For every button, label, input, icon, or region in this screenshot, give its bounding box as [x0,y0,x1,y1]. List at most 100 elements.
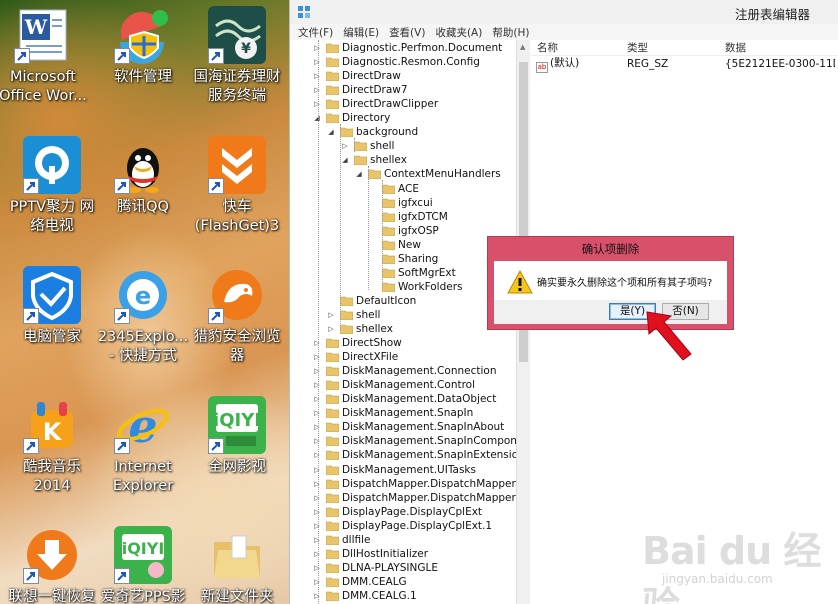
collapsed-arrow-icon[interactable]: ▷ [326,322,336,336]
desktop-icon-iqiyi-video[interactable]: iQIYI 全网影视 [190,396,284,477]
tree-key-row[interactable]: Sharing [290,252,517,266]
desktop-icon-liebao[interactable]: 猎豹安全浏览 器 [190,266,284,366]
tree-key-row[interactable]: ▷ DiskManagement.Connection [290,364,517,378]
collapsed-arrow-icon[interactable]: ▷ [312,69,322,83]
title-bar[interactable]: 注册表编辑器 [290,0,838,24]
tree-key-row[interactable]: ▷ DMM.CEALG.1 [290,589,517,603]
collapsed-arrow-icon[interactable]: ▷ [312,83,322,97]
regedit-app-icon[interactable] [297,5,311,19]
tree-key-row[interactable]: ▷ shell [290,139,517,153]
tree-key-row[interactable]: ▷ DiskManagement.SnapIn [290,406,517,420]
scroll-up-icon[interactable]: ▲ [520,43,525,51]
collapsed-arrow-icon[interactable]: ▷ [312,97,322,111]
collapsed-arrow-icon[interactable]: ▷ [312,589,322,603]
tree-key-row[interactable]: ▷ shellex [290,322,517,336]
tree-key-row[interactable]: ▷ DllHostInitializer [290,547,517,561]
column-name[interactable]: 名称 [531,40,627,55]
tree-key-row[interactable]: ▷ DisplayPage.DisplayCplExt.1 [290,519,517,533]
tree-key-row[interactable]: ACE [290,182,517,196]
tree-key-row[interactable]: ◢ shellex [290,153,517,167]
desktop-icon-qq[interactable]: 腾讯QQ [96,136,190,217]
tree-key-row[interactable]: ▷ DiskManagement.UITasks [290,463,517,477]
collapsed-arrow-icon[interactable]: ▷ [312,491,322,505]
value-row[interactable]: ab(默认) REG_SZ {5E2121EE-0300-11D4 [531,56,838,73]
collapsed-arrow-icon[interactable]: ▷ [312,505,322,519]
desktop-icon-software-manager[interactable]: 软件管理 [96,6,190,87]
tree-key-row[interactable]: ◢ Directory [290,111,517,125]
tree-key-row[interactable]: SoftMgrExt [290,266,517,280]
tree-key-row[interactable]: DefaultIcon [290,294,517,308]
expanded-arrow-icon[interactable]: ◢ [312,111,322,125]
menu-view[interactable]: 查看(V) [389,25,425,40]
desktop-icon-pc-manager[interactable]: 电脑管家 [5,266,99,347]
tree-key-row[interactable]: igfxcui [290,196,517,210]
tree-key-row[interactable]: ▷ shell [290,308,517,322]
expanded-arrow-icon[interactable]: ◢ [326,125,336,139]
tree-key-row[interactable]: ▷ DiskManagement.Control [290,378,517,392]
desktop-icon-iqiyi-pps[interactable]: iQIYI 爱奇艺PPS影 [96,526,190,604]
tree-key-row[interactable]: ▷ dllfile [290,533,517,547]
tree-key-row[interactable]: ▷ Diagnostic.Resmon.Config [290,55,517,69]
tree-key-row[interactable]: ▷ DirectXFile [290,350,517,364]
column-data[interactable]: 数据 [725,40,835,55]
tree-key-row[interactable]: ▷ DirectDraw7 [290,83,517,97]
desktop-icon-pptv[interactable]: PPTV聚力 网 络电视 [5,136,99,236]
collapsed-arrow-icon[interactable]: ▷ [312,575,322,589]
desktop-icon-flashget[interactable]: 快车 (FlashGet)3 [190,136,284,236]
desktop-icon-2345-explorer[interactable]: e 2345Explo... - 快捷方式 [96,266,190,366]
collapsed-arrow-icon[interactable]: ▷ [326,308,336,322]
tree-key-row[interactable]: ▷ DirectDraw [290,69,517,83]
tree-key-row[interactable]: WorkFolders [290,280,517,294]
collapsed-arrow-icon[interactable]: ▷ [312,350,322,364]
collapsed-arrow-icon[interactable]: ▷ [312,406,322,420]
collapsed-arrow-icon[interactable]: ▷ [312,547,322,561]
desktop-icon-securities[interactable]: ¥ 国海证券理财 服务终端 [190,6,284,106]
desktop-icon-word[interactable]: W Microsoft Office Wor... [0,6,90,106]
tree-key-row[interactable]: ▷ Diagnostic.Perfmon.Document [290,41,517,55]
collapsed-arrow-icon[interactable]: ▷ [312,434,322,448]
collapsed-arrow-icon[interactable]: ▷ [312,392,322,406]
menu-help[interactable]: 帮助(H) [492,25,529,40]
tree-key-row[interactable]: ▷ DMM.CEALG [290,575,517,589]
tree-key-row[interactable]: ◢ ContextMenuHandlers [290,167,517,181]
desktop-icon-ie[interactable]: e Internet Explorer [96,396,190,496]
tree-key-row[interactable]: ▷ DirectDrawClipper [290,97,517,111]
tree-key-row[interactable]: ▷ DirectShow [290,336,517,350]
tree-key-row[interactable]: igfxOSP [290,224,517,238]
tree-key-row[interactable]: ▷ DispatchMapper.DispatchMapper. [290,491,517,505]
tree-key-row[interactable]: New [290,238,517,252]
desktop-icon-lenovo-recovery[interactable]: 联想一键恢复 [5,526,99,604]
collapsed-arrow-icon[interactable]: ▷ [312,364,322,378]
column-type[interactable]: 类型 [627,40,725,55]
desktop-icon-new-folder[interactable]: 新建文件夹 [190,526,284,604]
collapsed-arrow-icon[interactable]: ▷ [312,420,322,434]
collapsed-arrow-icon[interactable]: ▷ [312,561,322,575]
menu-file[interactable]: 文件(F) [298,25,333,40]
key-tree-pane[interactable]: ▷ Diagnostic.Perfmon.Document ▷ Diagnostic.… [290,40,518,604]
collapsed-arrow-icon[interactable]: ▷ [312,448,322,462]
dialog-title[interactable]: 确认项删除 [488,237,733,261]
menu-edit[interactable]: 编辑(E) [343,25,379,40]
collapsed-arrow-icon[interactable]: ▷ [312,463,322,477]
tree-key-row[interactable]: ▷ DisplayPage.DisplayCplExt [290,505,517,519]
collapsed-arrow-icon[interactable]: ▷ [312,378,322,392]
collapsed-arrow-icon[interactable]: ▷ [312,41,322,55]
menu-favorites[interactable]: 收藏夹(A) [435,25,482,40]
expanded-arrow-icon[interactable]: ◢ [354,167,364,181]
tree-key-row[interactable]: ▷ DispatchMapper.DispatchMapper [290,477,517,491]
collapsed-arrow-icon[interactable]: ▷ [312,533,322,547]
tree-key-row[interactable]: igfxDTCM [290,210,517,224]
collapsed-arrow-icon[interactable]: ▷ [312,519,322,533]
collapsed-arrow-icon[interactable]: ▷ [340,139,350,153]
collapsed-arrow-icon[interactable]: ▷ [312,336,322,350]
tree-key-row[interactable]: ▷ DiskManagement.DataObject [290,392,517,406]
desktop-icon-kuwo[interactable]: K 酷我音乐 2014 [5,396,99,496]
collapsed-arrow-icon[interactable]: ▷ [312,477,322,491]
tree-key-row[interactable]: ▷ DiskManagement.SnapInExtension [290,448,517,462]
tree-key-row[interactable]: ▷ DiskManagement.SnapInAbout [290,420,517,434]
expanded-arrow-icon[interactable]: ◢ [340,153,350,167]
collapsed-arrow-icon[interactable]: ▷ [312,55,322,69]
tree-key-row[interactable]: ▷ DLNA-PLAYSINGLE [290,561,517,575]
tree-key-row[interactable]: ▷ DiskManagement.SnapInCompone [290,434,517,448]
tree-key-row[interactable]: ◢ background [290,125,517,139]
